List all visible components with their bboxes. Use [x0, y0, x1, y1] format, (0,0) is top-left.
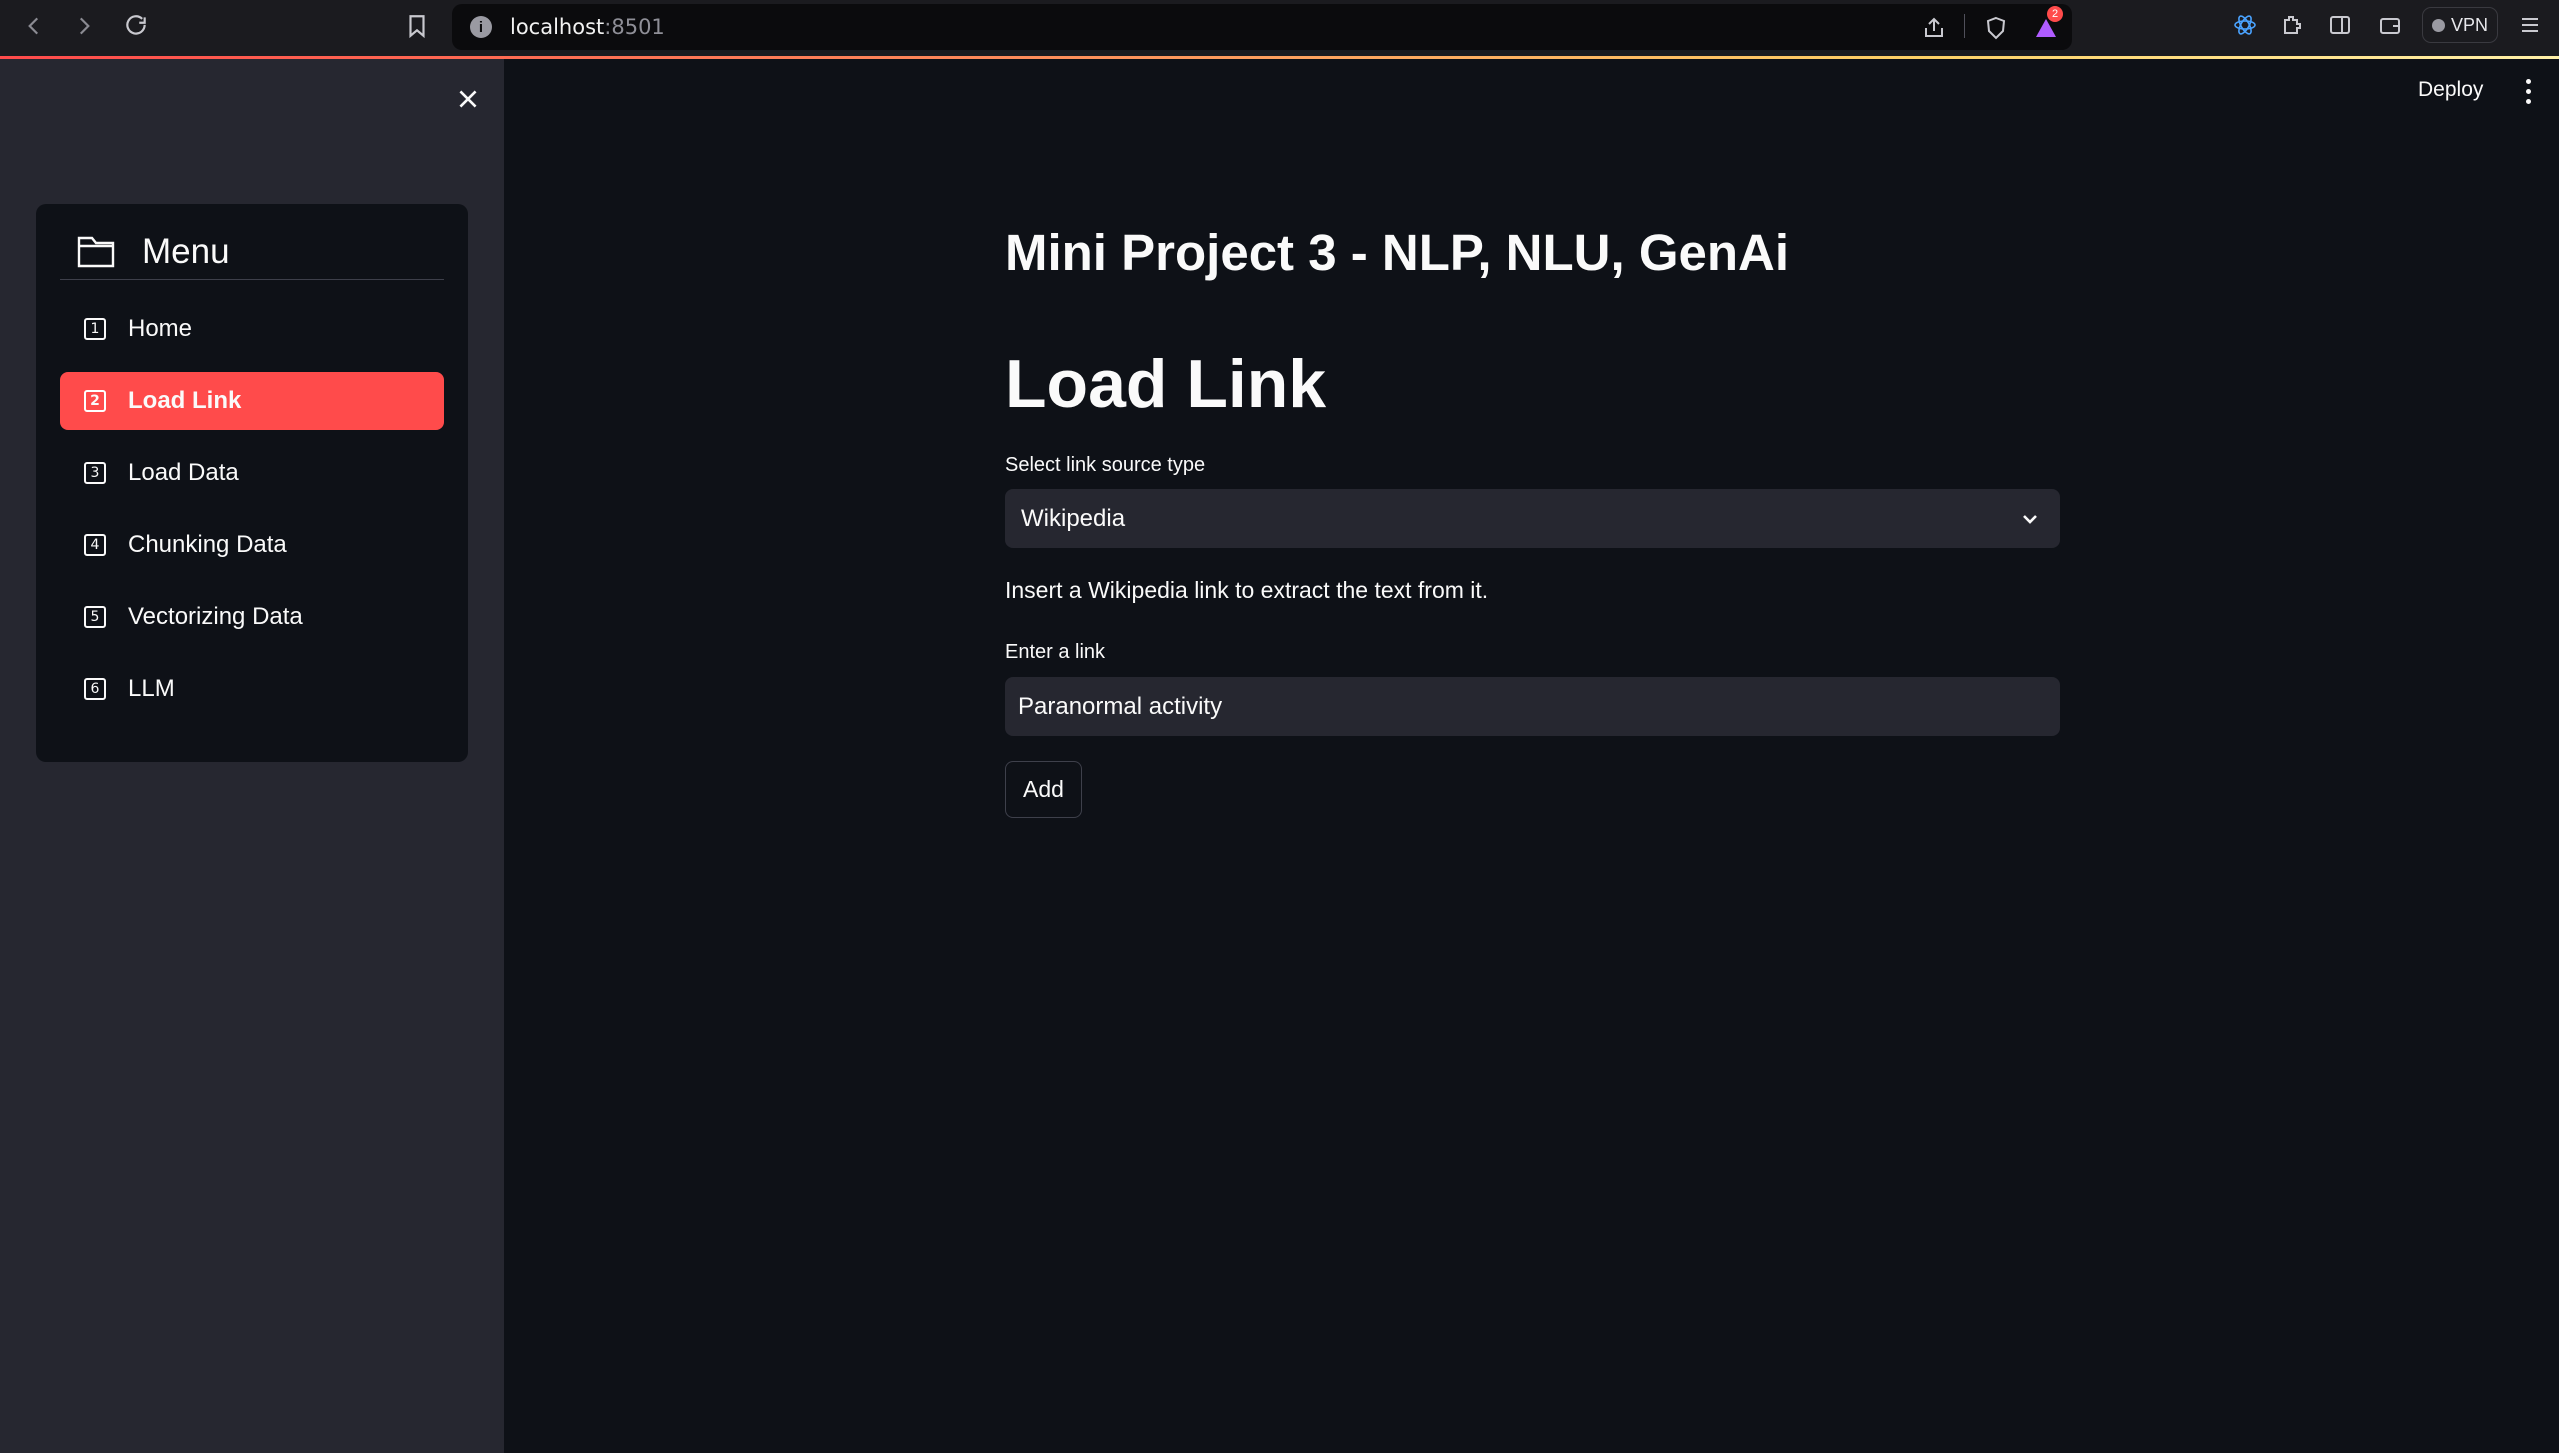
main-menu-icon[interactable] [2516, 76, 2540, 106]
page-title: Load Link [1005, 346, 1327, 422]
sidebar: Menu 1 Home 2 Load Link 3 Load Data 4 Ch… [0, 59, 504, 1453]
number-2-icon: 2 [84, 390, 106, 412]
share-icon[interactable] [1920, 14, 1948, 42]
vpn-label: VPN [2450, 14, 2488, 35]
info-text: Insert a Wikipedia link to extract the t… [1005, 577, 1489, 603]
vpn-button[interactable]: VPN [2422, 7, 2498, 43]
forward-icon[interactable] [66, 8, 102, 44]
sidebar-item-label: Load Data [128, 459, 239, 486]
sidebar-item-llm[interactable]: 6 LLM [60, 660, 444, 718]
deploy-button[interactable]: Deploy [2418, 78, 2483, 102]
number-6-icon: 6 [84, 678, 106, 700]
option-menu: Menu 1 Home 2 Load Link 3 Load Data 4 Ch… [36, 204, 468, 762]
sidebar-item-load-link[interactable]: 2 Load Link [60, 372, 444, 430]
back-icon[interactable] [16, 8, 52, 44]
number-3-icon: 3 [84, 462, 106, 484]
link-input-label: Enter a link [1005, 641, 1106, 663]
sidebar-item-label: LLM [128, 675, 175, 702]
vpn-status-icon [2431, 18, 2445, 32]
browser-menu-icon[interactable] [2516, 11, 2544, 39]
sidebar-item-label: Vectorizing Data [128, 603, 303, 630]
number-5-icon: 5 [84, 606, 106, 628]
number-4-icon: 4 [84, 534, 106, 556]
address-bar[interactable]: i localhost:8501 [452, 4, 2072, 50]
extensions-icon[interactable] [2278, 11, 2306, 39]
sidebar-item-label: Home [128, 315, 193, 342]
url-text[interactable]: localhost:8501 [510, 15, 665, 39]
link-source-select[interactable]: Wikipedia [1005, 489, 2060, 548]
link-input[interactable] [1005, 677, 2060, 736]
menu-header: Menu [60, 224, 444, 280]
chevron-down-icon [2023, 514, 2037, 524]
close-icon[interactable] [450, 81, 486, 117]
site-info-icon[interactable]: i [470, 16, 492, 38]
bookmark-icon[interactable] [399, 8, 435, 44]
select-label: Select link source type [1005, 454, 1206, 476]
app-title: Mini Project 3 - NLP, NLU, GenAi [1005, 224, 1790, 281]
react-devtools-icon[interactable] [2231, 11, 2259, 39]
sidebar-item-label: Load Link [128, 387, 242, 414]
sidebar-item-home[interactable]: 1 Home [60, 300, 444, 358]
divider [1964, 14, 1965, 38]
sidebar-item-chunking-data[interactable]: 4 Chunking Data [60, 516, 444, 574]
sidebar-item-vectorizing-data[interactable]: 5 Vectorizing Data [60, 588, 444, 646]
notification-badge: 2 [2047, 6, 2063, 22]
wallet-icon[interactable] [2376, 11, 2404, 39]
sidebar-item-label: Chunking Data [128, 531, 287, 558]
menu-title: Menu [142, 231, 230, 271]
brave-shield-icon[interactable] [1982, 14, 2010, 42]
sidebar-item-load-data[interactable]: 3 Load Data [60, 444, 444, 502]
reload-icon[interactable] [118, 8, 154, 44]
folder-icon [77, 236, 115, 267]
browser-toolbar: i localhost:8501 2 VPN [0, 0, 2559, 57]
select-value: Wikipedia [1021, 504, 1126, 532]
sidebar-toggle-icon[interactable] [2326, 11, 2354, 39]
number-1-icon: 1 [84, 318, 106, 340]
add-button[interactable]: Add [1005, 761, 1082, 818]
